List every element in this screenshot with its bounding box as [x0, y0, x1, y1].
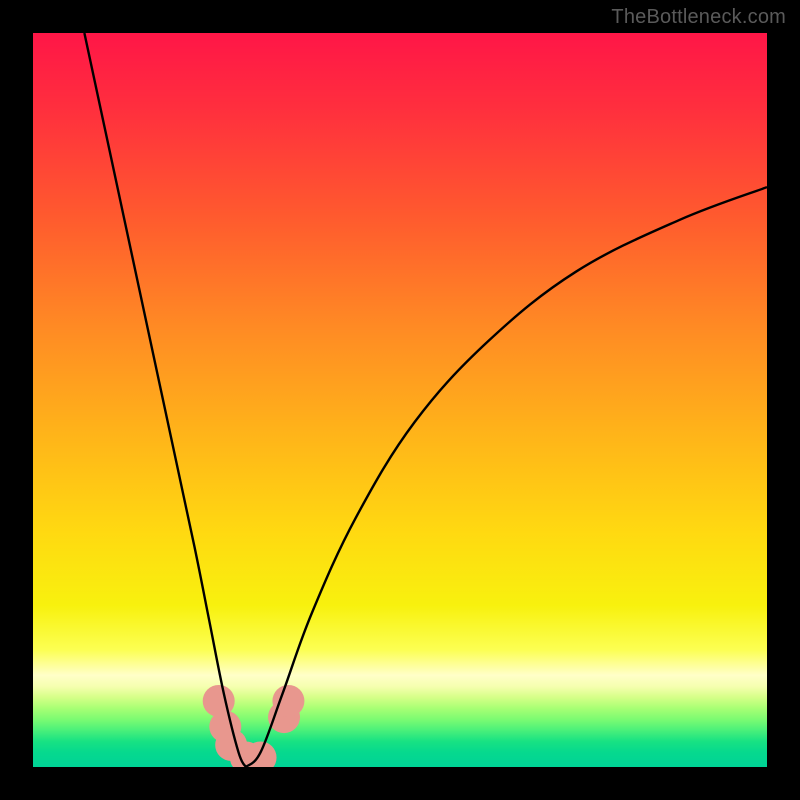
plot-area — [33, 33, 767, 767]
marker-group — [203, 685, 305, 767]
curve-right-branch — [246, 187, 767, 767]
data-marker — [272, 685, 304, 717]
curve-left-branch — [84, 33, 245, 767]
chart-frame: TheBottleneck.com — [0, 0, 800, 800]
curve-layer — [33, 33, 767, 767]
watermark-text: TheBottleneck.com — [611, 6, 786, 29]
